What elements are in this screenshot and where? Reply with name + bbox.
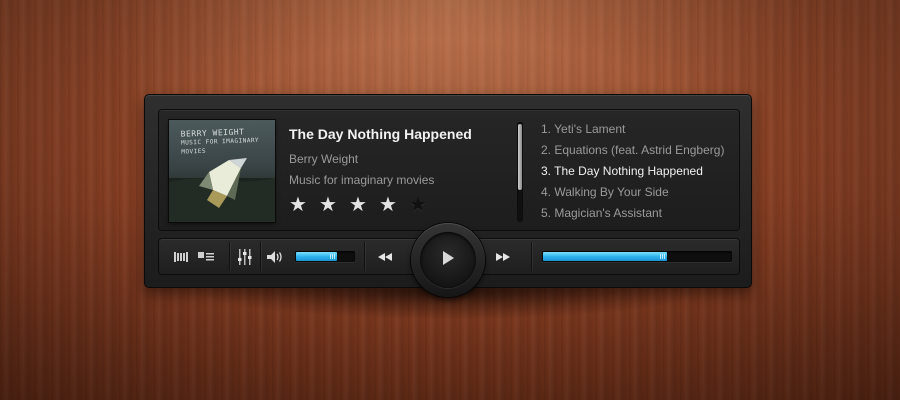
playlist-scrollbar[interactable] xyxy=(517,122,523,222)
cover-text-album: MUSIC FOR IMAGINARY MOVIES xyxy=(180,136,260,156)
play-icon[interactable] xyxy=(442,250,454,270)
playlist-item[interactable]: 3. The Day Nothing Happened xyxy=(541,161,724,182)
playlist-scrollbar-thumb[interactable] xyxy=(518,124,522,190)
volume-slider-fill[interactable] xyxy=(296,252,337,261)
seek-grip-icon xyxy=(660,254,665,259)
rewind-icon[interactable] xyxy=(378,252,392,261)
library-icon[interactable] xyxy=(174,251,190,262)
equalizer-button[interactable] xyxy=(230,239,260,274)
fast-forward-icon[interactable] xyxy=(496,252,510,261)
star-icon[interactable]: ★ xyxy=(407,195,429,215)
play-button-ring xyxy=(411,223,485,297)
now-playing-panel: BERRY WEIGHT MUSIC FOR IMAGINARY MOVIES … xyxy=(158,109,740,231)
seek-bar[interactable] xyxy=(542,251,732,262)
music-player: BERRY WEIGHT MUSIC FOR IMAGINARY MOVIES … xyxy=(144,94,752,297)
play-button[interactable] xyxy=(420,232,476,288)
track-title: The Day Nothing Happened xyxy=(289,126,472,142)
fast-forward-button[interactable] xyxy=(481,239,525,274)
playlist-view-icon[interactable] xyxy=(198,251,214,262)
album-cover-text: BERRY WEIGHT MUSIC FOR IMAGINARY MOVIES xyxy=(181,126,275,156)
track-artist: Berry Weight xyxy=(289,152,359,166)
equalizer-icon[interactable] xyxy=(238,248,252,265)
volume-button[interactable] xyxy=(261,239,291,274)
star-rating[interactable]: ★ ★ ★ ★ ★ xyxy=(287,195,429,215)
playlist-item[interactable]: 2. Equations (feat. Astrid Engberg) xyxy=(541,140,724,161)
divider xyxy=(531,242,532,271)
playlist: 1. Yeti's Lament 2. Equations (feat. Astr… xyxy=(541,119,724,224)
star-icon[interactable]: ★ xyxy=(347,195,369,215)
view-buttons xyxy=(159,239,229,274)
volume-grip-icon xyxy=(330,254,335,259)
volume-icon[interactable] xyxy=(267,250,285,263)
star-icon[interactable]: ★ xyxy=(317,195,339,215)
track-album: Music for imaginary movies xyxy=(289,173,435,187)
playlist-item[interactable]: 4. Walking By Your Side xyxy=(541,182,724,203)
rewind-button[interactable] xyxy=(365,239,405,274)
star-icon[interactable]: ★ xyxy=(287,195,309,215)
playlist-item[interactable]: 5. Magician's Assistant xyxy=(541,203,724,224)
volume-slider[interactable] xyxy=(295,251,355,262)
star-icon[interactable]: ★ xyxy=(377,195,399,215)
seek-bar-progress[interactable] xyxy=(543,252,667,261)
album-cover: BERRY WEIGHT MUSIC FOR IMAGINARY MOVIES xyxy=(169,120,275,222)
playlist-item[interactable]: 1. Yeti's Lament xyxy=(541,119,724,140)
